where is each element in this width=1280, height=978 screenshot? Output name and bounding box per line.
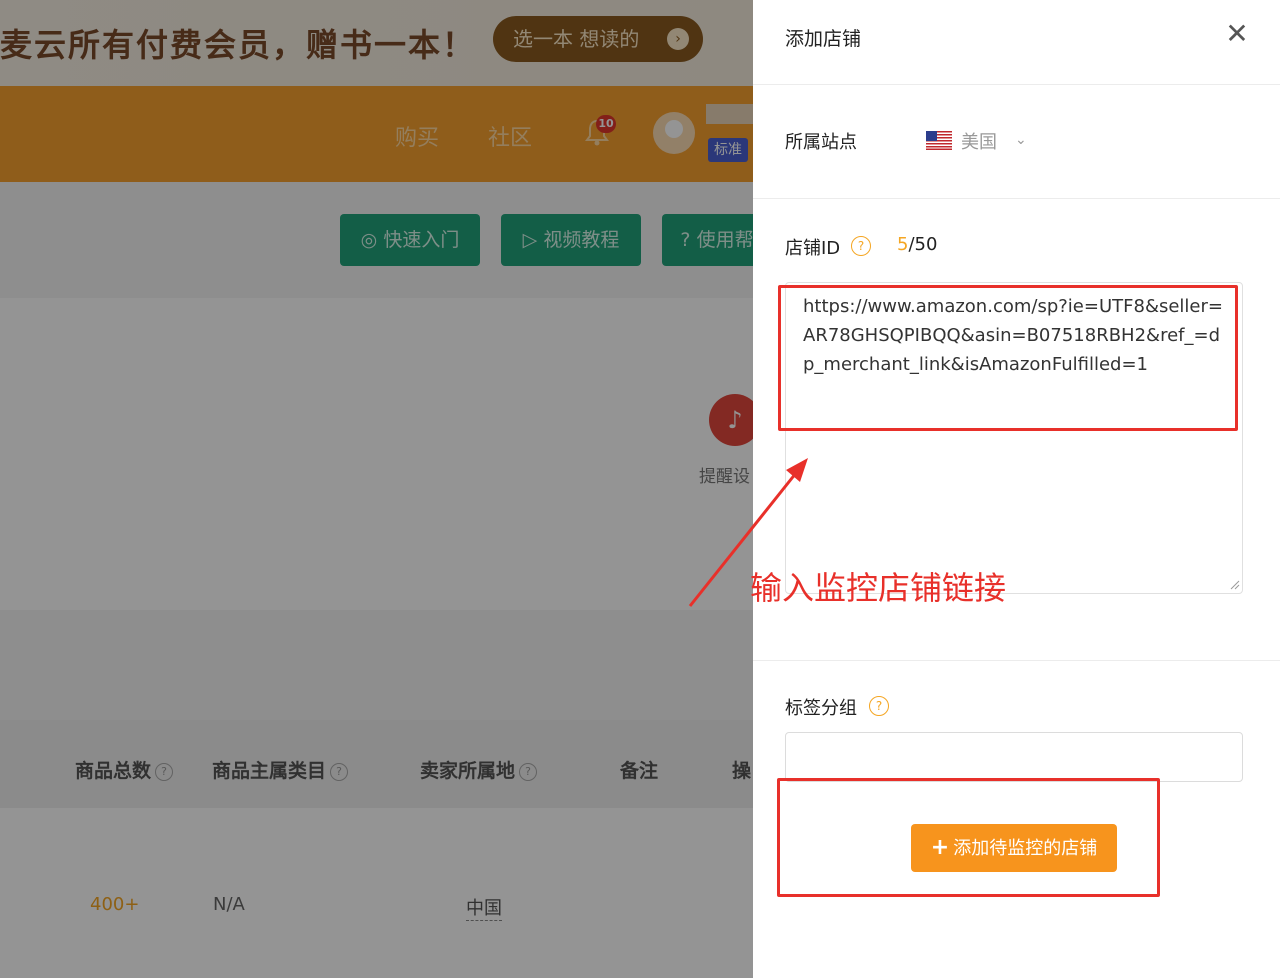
annotation-text: 输入监控店铺链接 xyxy=(750,569,1007,607)
close-icon[interactable]: ✕ xyxy=(1221,18,1253,50)
help-icon[interactable]: ? xyxy=(851,236,871,256)
store-id-label: 店铺ID xyxy=(785,238,841,259)
store-count: 5/50 xyxy=(897,234,938,255)
tag-group-label: 标签分组 xyxy=(785,698,857,719)
tag-group-input[interactable] xyxy=(785,732,1243,782)
help-icon[interactable]: ? xyxy=(869,696,889,716)
divider xyxy=(753,198,1280,199)
highlight-box-links xyxy=(778,285,1238,431)
highlight-box-button xyxy=(777,778,1160,897)
chevron-down-icon[interactable]: ⌄ xyxy=(1015,132,1027,148)
site-select[interactable]: 美国 xyxy=(961,128,997,154)
us-flag-icon xyxy=(926,131,952,150)
divider xyxy=(753,660,1280,661)
resize-handle-icon[interactable] xyxy=(1230,580,1240,590)
modal-overlay[interactable] xyxy=(0,0,753,978)
drawer-title: 添加店铺 xyxy=(785,28,862,50)
site-label: 所属站点 xyxy=(785,132,857,153)
divider xyxy=(753,84,1280,85)
